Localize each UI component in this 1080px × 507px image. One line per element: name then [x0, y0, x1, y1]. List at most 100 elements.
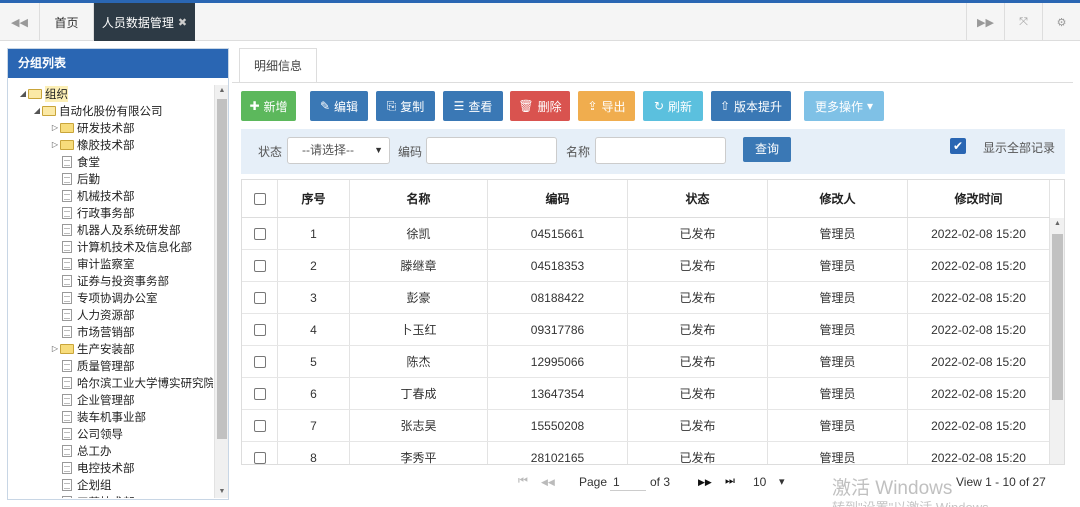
tree-node[interactable]: 总工办 — [50, 442, 112, 459]
collapse-toggle-icon[interactable]: ◢ — [18, 89, 28, 98]
next-page-icon[interactable]: ▶▶ — [698, 477, 712, 488]
table-scroll-thumb[interactable] — [1052, 234, 1063, 400]
table-cell-modifier: 管理员 — [768, 218, 908, 249]
version-upgrade-button[interactable]: ⇧ 版本提升 — [711, 91, 791, 121]
tree-node[interactable]: 后勤 — [50, 170, 100, 187]
row-checkbox[interactable] — [253, 291, 266, 304]
tree-node[interactable]: ▷ 研发技术部 — [50, 119, 135, 136]
more-actions-button[interactable]: 更多操作 ▾ — [804, 91, 884, 121]
document-icon — [62, 274, 72, 287]
tree-node-label: 橡胶技术部 — [77, 139, 135, 152]
status-select-value: --请选择-- — [302, 143, 354, 157]
tree-node[interactable]: 审计监察室 — [50, 255, 135, 272]
tree-node[interactable]: ▷ 生产安装部 — [50, 340, 135, 357]
code-input[interactable] — [426, 137, 557, 164]
row-checkbox[interactable] — [253, 419, 266, 432]
tree-node[interactable]: 装车机事业部 — [50, 408, 146, 425]
table-row[interactable]: 8 李秀平 28102165 已发布 管理员 2022-02-08 15:20 — [242, 442, 1050, 464]
query-button[interactable]: 查询 — [743, 137, 791, 162]
expand-toggle-icon[interactable]: ▷ — [50, 123, 60, 132]
person-data-table: 序号 名称 编码 状态 修改人 修改时间 1 徐凯 04515661 已发布 管理员 2022-02… — [241, 179, 1065, 465]
tree-node[interactable]: ◢ 自动化股份有限公司 — [32, 102, 163, 119]
page-number-input[interactable]: 1 — [610, 473, 646, 491]
tree-node[interactable]: 行政事务部 — [50, 204, 135, 221]
settings-button[interactable]: ⚙ — [1042, 3, 1080, 41]
status-select[interactable]: --请选择-- ▼ — [287, 137, 390, 164]
tree-node[interactable]: 证券与投资事务部 — [50, 272, 169, 289]
tree-scroll-thumb[interactable] — [217, 99, 227, 439]
fullscreen-button[interactable]: ⤧ — [1004, 3, 1042, 41]
tree-node[interactable]: 机器人及系统研发部 — [50, 221, 181, 238]
scroll-up-icon[interactable]: ▲ — [1050, 220, 1064, 227]
tree-node[interactable]: 人力资源部 — [50, 306, 135, 323]
column-header[interactable]: 名称 — [350, 180, 488, 217]
tree-node[interactable]: 质量管理部 — [50, 357, 135, 374]
tree-node[interactable]: 工艺技术部 — [50, 493, 135, 498]
document-icon — [62, 257, 72, 270]
export-button[interactable]: ⇪ 导出 — [578, 91, 635, 121]
prev-page-icon[interactable]: ◀◀ — [541, 477, 555, 488]
tab-detail-info[interactable]: 明细信息 — [239, 48, 317, 82]
tree-node[interactable]: 机械技术部 — [50, 187, 135, 204]
table-row[interactable]: 6 丁春成 13647354 已发布 管理员 2022-02-08 15:20 — [242, 378, 1050, 410]
table-scrollbar[interactable]: ▲ — [1049, 218, 1064, 464]
last-page-icon[interactable]: ⏭ — [725, 475, 735, 488]
delete-button[interactable]: 🗑 删除 — [510, 91, 570, 121]
page-size-select[interactable]: 10 — [753, 475, 766, 489]
expand-toggle-icon[interactable]: ▷ — [50, 344, 60, 353]
row-checkbox[interactable] — [253, 451, 266, 464]
tree-node[interactable]: 哈尔滨工业大学博实研究院 — [50, 374, 213, 391]
edit-button[interactable]: ✎ 编辑 — [310, 91, 368, 121]
table-row[interactable]: 5 陈杰 12995066 已发布 管理员 2022-02-08 15:20 — [242, 346, 1050, 378]
tree-node[interactable]: 市场营销部 — [50, 323, 135, 340]
tab-home[interactable]: 首页 — [40, 3, 94, 41]
scroll-down-icon[interactable]: ▼ — [215, 486, 229, 498]
copy-button[interactable]: ⎘ 复制 — [376, 91, 435, 121]
chevron-down-icon[interactable]: ▾ — [779, 475, 785, 488]
name-input[interactable] — [595, 137, 726, 164]
tab-person-data[interactable]: 人员数据管理 ✖ — [94, 3, 195, 41]
tab-scroll-left-button[interactable]: ◀◀ — [0, 3, 40, 41]
tree-node-label: 后勤 — [77, 173, 100, 186]
table-row[interactable]: 3 彭豪 08188422 已发布 管理员 2022-02-08 15:20 — [242, 282, 1050, 314]
add-button[interactable]: ✚ 新增 — [241, 91, 296, 121]
tree-node[interactable]: 企业管理部 — [50, 391, 135, 408]
tree-node[interactable]: 专项协调办公室 — [50, 289, 158, 306]
tree-scrollbar[interactable]: ▲ ▼ — [214, 85, 228, 498]
copy-label: 复制 — [400, 99, 425, 114]
document-icon — [62, 427, 72, 440]
row-checkbox[interactable] — [253, 259, 266, 272]
tree-node[interactable]: 计算机技术及信息化部 — [50, 238, 192, 255]
show-all-checkbox[interactable]: ✔ — [950, 138, 966, 154]
tree-node[interactable]: 企划组 — [50, 476, 112, 493]
double-chevron-left-icon: ◀◀ — [11, 16, 28, 29]
scroll-up-icon[interactable]: ▲ — [215, 85, 229, 97]
row-checkbox[interactable] — [253, 387, 266, 400]
column-header[interactable]: 修改时间 — [908, 180, 1050, 217]
first-page-icon[interactable]: ⏮ — [518, 475, 528, 488]
column-header[interactable]: 修改人 — [768, 180, 908, 217]
row-checkbox[interactable] — [253, 227, 266, 240]
tab-scroll-right-button[interactable]: ▶▶ — [966, 3, 1004, 41]
tree-node[interactable]: 公司领导 — [50, 425, 123, 442]
column-header[interactable]: 状态 — [628, 180, 768, 217]
table-row[interactable]: 7 张志昊 15550208 已发布 管理员 2022-02-08 15:20 — [242, 410, 1050, 442]
select-all-checkbox[interactable] — [253, 192, 266, 205]
table-cell-name: 徐凯 — [350, 218, 488, 249]
row-checkbox[interactable] — [253, 323, 266, 336]
refresh-button[interactable]: ↻ 刷新 — [643, 91, 703, 121]
row-checkbox[interactable] — [253, 355, 266, 368]
collapse-toggle-icon[interactable]: ◢ — [32, 106, 42, 115]
tree-node[interactable]: ◢ 组织 — [18, 85, 68, 102]
expand-toggle-icon[interactable]: ▷ — [50, 140, 60, 149]
table-row[interactable]: 4 卜玉红 09317786 已发布 管理员 2022-02-08 15:20 — [242, 314, 1050, 346]
table-row[interactable]: 2 滕继章 04518353 已发布 管理员 2022-02-08 15:20 — [242, 250, 1050, 282]
column-header[interactable]: 编码 — [488, 180, 628, 217]
column-header[interactable]: 序号 — [278, 180, 350, 217]
view-button[interactable]: ☰ 查看 — [443, 91, 503, 121]
tree-node[interactable]: 食堂 — [50, 153, 100, 170]
tree-node[interactable]: 电控技术部 — [50, 459, 135, 476]
tree-node[interactable]: ▷ 橡胶技术部 — [50, 136, 135, 153]
table-row[interactable]: 1 徐凯 04515661 已发布 管理员 2022-02-08 15:20 — [242, 218, 1050, 250]
close-icon[interactable]: ✖ — [178, 16, 187, 29]
